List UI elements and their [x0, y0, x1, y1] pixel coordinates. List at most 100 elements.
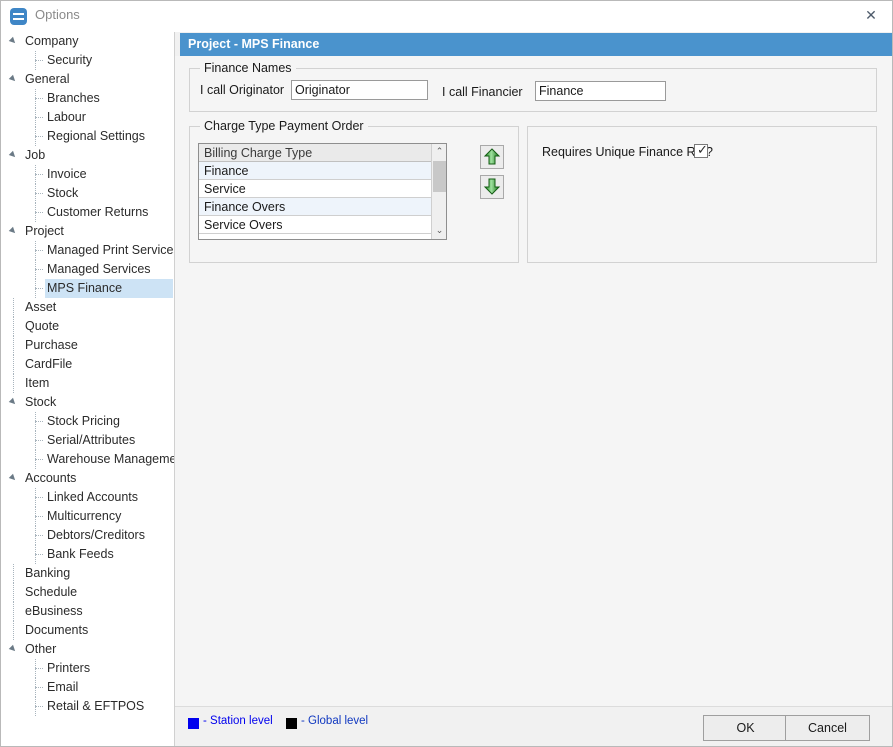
expander-triangle-icon[interactable]	[9, 227, 17, 235]
expander-triangle-icon[interactable]	[9, 474, 17, 482]
list-item[interactable]: Finance	[199, 162, 431, 180]
sidebar-item-label: Stock	[23, 393, 60, 412]
station-level-legend: - Station level	[203, 715, 273, 727]
listbox-scrollbar[interactable]: ⌃ ⌄	[431, 144, 446, 239]
tree-guide-line	[13, 621, 15, 640]
cancel-button[interactable]: Cancel	[785, 715, 870, 741]
list-item[interactable]: Service	[199, 180, 431, 198]
sidebar-item-quote[interactable]: Quote	[2, 317, 174, 336]
sidebar-item-label: Labour	[45, 108, 90, 127]
move-down-button[interactable]	[480, 175, 504, 199]
tree-guide-line	[35, 269, 43, 271]
ok-button[interactable]: OK	[703, 715, 788, 741]
tree-guide-line	[13, 336, 15, 355]
sidebar-item-label: Company	[23, 32, 83, 51]
close-icon[interactable]: ✕	[848, 1, 893, 31]
finance-names-group-title: Finance Names	[200, 61, 296, 75]
sidebar-item-label: MPS Finance	[45, 279, 173, 298]
sidebar-item-item[interactable]: Item	[2, 374, 174, 393]
tree-guide-line	[35, 459, 43, 461]
charge-type-listbox[interactable]: Billing Charge TypeFinanceServiceFinance…	[198, 143, 447, 240]
page-title: Project - MPS Finance	[180, 33, 892, 56]
sidebar-item-label: Asset	[23, 298, 60, 317]
sidebar-item-general[interactable]: General	[2, 70, 174, 89]
tree-guide-line	[35, 497, 43, 499]
list-item[interactable]: Finance Overs	[199, 198, 431, 216]
sidebar-item-bank-feeds[interactable]: Bank Feeds	[2, 545, 174, 564]
sidebar-item-schedule[interactable]: Schedule	[2, 583, 174, 602]
sidebar-item-label: Debtors/Creditors	[45, 526, 149, 545]
tree-guide-line	[35, 98, 43, 100]
financier-label: I call Financier	[442, 85, 523, 99]
expander-triangle-icon[interactable]	[9, 75, 17, 83]
sidebar-item-label: Serial/Attributes	[45, 431, 139, 450]
sidebar-item-other[interactable]: Other	[2, 640, 174, 659]
tree-guide-line	[35, 193, 43, 195]
sidebar-item-label: Banking	[23, 564, 74, 583]
sidebar-item-banking[interactable]: Banking	[2, 564, 174, 583]
sidebar-item-label: Quote	[23, 317, 63, 336]
scroll-down-icon[interactable]: ⌄	[432, 223, 447, 239]
sidebar-item-security[interactable]: Security	[2, 51, 174, 70]
sidebar-item-accounts[interactable]: Accounts	[2, 469, 174, 488]
tree-guide-line	[35, 516, 43, 518]
unique-finance-ref-label: Requires Unique Finance Ref?	[542, 145, 713, 159]
sidebar-item-multicurrency[interactable]: Multicurrency	[2, 507, 174, 526]
tree-guide-line	[35, 668, 43, 670]
sidebar-item-label: Other	[23, 640, 60, 659]
sidebar-item-label: Schedule	[23, 583, 81, 602]
sidebar-item-stock[interactable]: Stock	[2, 393, 174, 412]
expander-triangle-icon[interactable]	[9, 37, 17, 45]
expander-triangle-icon[interactable]	[9, 645, 17, 653]
sidebar-item-labour[interactable]: Labour	[2, 108, 174, 127]
sidebar-item-branches[interactable]: Branches	[2, 89, 174, 108]
sidebar-item-managed-print-services[interactable]: Managed Print Services	[2, 241, 174, 260]
expander-triangle-icon[interactable]	[9, 398, 17, 406]
sidebar-item-stock[interactable]: Stock	[2, 184, 174, 203]
tree-guide-line	[35, 706, 43, 708]
scrollbar-thumb[interactable]	[433, 161, 446, 192]
sidebar-item-cardfile[interactable]: CardFile	[2, 355, 174, 374]
sidebar-item-job[interactable]: Job	[2, 146, 174, 165]
move-up-button[interactable]	[480, 145, 504, 169]
sidebar-item-label: Customer Returns	[45, 203, 152, 222]
sidebar-item-managed-services[interactable]: Managed Services	[2, 260, 174, 279]
options-tree[interactable]: CompanySecurityGeneralBranchesLabourRegi…	[2, 32, 175, 746]
sidebar-item-ebusiness[interactable]: eBusiness	[2, 602, 174, 621]
sidebar-item-warehouse-management[interactable]: Warehouse Management	[2, 450, 174, 469]
scroll-up-icon[interactable]: ⌃	[432, 144, 447, 160]
unique-finance-ref-checkbox[interactable]: ✓	[694, 144, 708, 158]
tree-guide-line	[35, 250, 43, 252]
tree-guide-line	[13, 374, 15, 393]
sidebar-item-email[interactable]: Email	[2, 678, 174, 697]
sidebar-item-retail-eftpos[interactable]: Retail & EFTPOS	[2, 697, 174, 716]
sidebar-item-stock-pricing[interactable]: Stock Pricing	[2, 412, 174, 431]
options-dialog: Options ✕ CompanySecurityGeneralBranches…	[0, 0, 893, 747]
sidebar-item-customer-returns[interactable]: Customer Returns	[2, 203, 174, 222]
listbox-column-header: Billing Charge Type	[199, 144, 431, 162]
sidebar-item-invoice[interactable]: Invoice	[2, 165, 174, 184]
sidebar-item-regional-settings[interactable]: Regional Settings	[2, 127, 174, 146]
sidebar-item-debtors-creditors[interactable]: Debtors/Creditors	[2, 526, 174, 545]
sidebar-item-mps-finance[interactable]: MPS Finance	[2, 279, 174, 298]
sidebar-item-label: Warehouse Management	[45, 450, 175, 469]
sidebar-item-project[interactable]: Project	[2, 222, 174, 241]
originator-input[interactable]	[291, 80, 428, 100]
list-item[interactable]: Service Overs	[199, 216, 431, 234]
sidebar-item-documents[interactable]: Documents	[2, 621, 174, 640]
tree-guide-line	[35, 117, 43, 119]
sidebar-item-label: Item	[23, 374, 53, 393]
tree-guide-line	[35, 60, 43, 62]
sidebar-item-printers[interactable]: Printers	[2, 659, 174, 678]
sidebar-item-purchase[interactable]: Purchase	[2, 336, 174, 355]
expander-triangle-icon[interactable]	[9, 151, 17, 159]
sidebar-item-label: Branches	[45, 89, 104, 108]
financier-input[interactable]	[535, 81, 666, 101]
sidebar-item-asset[interactable]: Asset	[2, 298, 174, 317]
tree-guide-line	[35, 421, 43, 423]
tree-guide-line	[13, 602, 15, 621]
sidebar-item-linked-accounts[interactable]: Linked Accounts	[2, 488, 174, 507]
sidebar-item-serial-attributes[interactable]: Serial/Attributes	[2, 431, 174, 450]
sidebar-item-company[interactable]: Company	[2, 32, 174, 51]
tree-guide-line	[13, 583, 15, 602]
